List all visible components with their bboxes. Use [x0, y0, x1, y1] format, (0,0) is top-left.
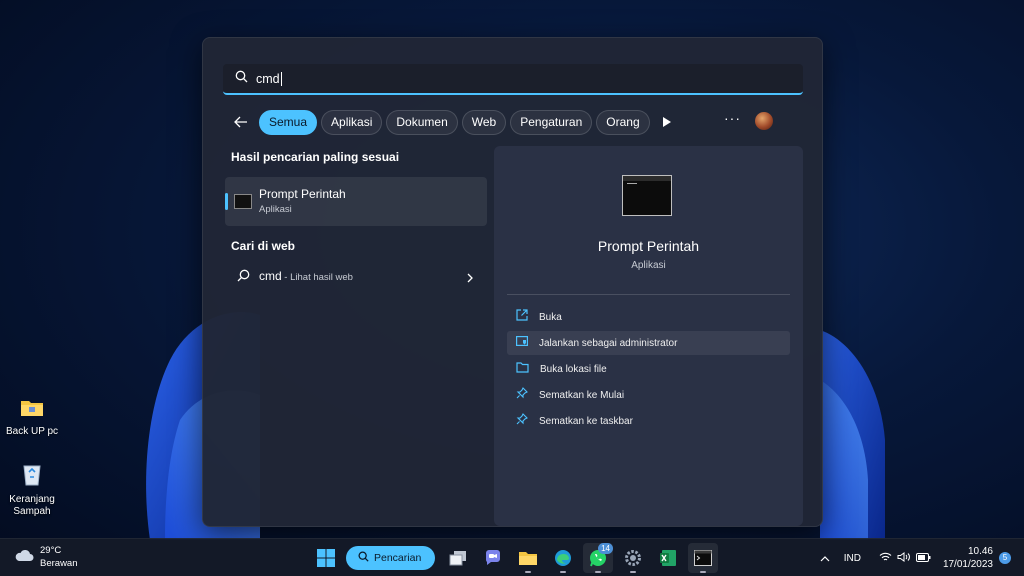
- search-icon: [235, 70, 248, 88]
- web-search-suffix: - Lihat hasil web: [281, 272, 353, 283]
- chevron-right-icon[interactable]: [467, 270, 473, 288]
- windows-start-icon[interactable]: [311, 543, 341, 573]
- web-search-query: cmd: [259, 269, 282, 283]
- language-indicator[interactable]: IND: [844, 553, 861, 564]
- back-arrow-icon[interactable]: [229, 110, 253, 134]
- search-query-text: cmd: [256, 71, 280, 86]
- task-view-icon[interactable]: [443, 543, 473, 573]
- avatar[interactable]: [755, 112, 773, 130]
- detail-app-type: Aplikasi: [631, 260, 666, 271]
- best-match-name: Prompt Perintah: [259, 187, 346, 201]
- command-prompt-icon[interactable]: [688, 543, 718, 573]
- taskbar-search-label: Pencarian: [374, 552, 422, 564]
- taskbar: 29°C Berawan Pencarian 14 IND 10.46 17/0…: [0, 538, 1024, 576]
- whatsapp-icon[interactable]: 14: [583, 543, 613, 573]
- pin-icon: [516, 386, 528, 404]
- system-tray: IND 10.46 17/01/2023 5: [820, 539, 1024, 576]
- search-icon: [358, 551, 369, 565]
- notification-count-badge[interactable]: 5: [999, 552, 1011, 564]
- taskbar-search-button[interactable]: Pencarian: [346, 546, 435, 570]
- filter-chip-settings[interactable]: Pengaturan: [510, 109, 593, 135]
- best-match-item[interactable]: Prompt Perintah Aplikasi: [225, 177, 487, 226]
- edge-browser-icon[interactable]: [548, 543, 578, 573]
- best-match-heading: Hasil pencarian paling sesuai: [231, 150, 400, 164]
- start-search-panel: cmd Semua Aplikasi Dokumen Web Pengatura…: [202, 37, 823, 527]
- pin-icon: [516, 412, 528, 430]
- action-label: Buka: [539, 311, 562, 323]
- search-input[interactable]: cmd: [223, 64, 803, 95]
- desktop-icon-label: Keranjang Sampah: [9, 494, 55, 517]
- wifi-icon[interactable]: [879, 549, 892, 567]
- folder-icon: [0, 398, 64, 422]
- action-list: Buka Jalankan sebagai administrator Buka…: [507, 305, 790, 435]
- action-label: Sematkan ke Mulai: [539, 389, 625, 401]
- action-open[interactable]: Buka: [507, 305, 790, 329]
- filter-chip-all[interactable]: Semua: [259, 109, 318, 135]
- filter-chip-apps[interactable]: Aplikasi: [321, 109, 383, 135]
- action-label: Jalankan sebagai administrator: [539, 337, 678, 349]
- volume-icon[interactable]: [897, 549, 911, 567]
- detail-app-name: Prompt Perintah: [597, 238, 700, 254]
- action-pin-to-taskbar[interactable]: Sematkan ke taskbar: [507, 409, 790, 433]
- filter-chip-web[interactable]: Web: [461, 109, 507, 135]
- action-label: Buka lokasi file: [540, 363, 607, 375]
- weather-condition: Berawan: [40, 558, 78, 569]
- desktop-icon-backup[interactable]: Back UP pc: [0, 398, 64, 438]
- chat-icon[interactable]: [478, 543, 508, 573]
- clock-time: 10.46: [967, 546, 993, 557]
- action-label: Sematkan ke taskbar: [539, 415, 633, 427]
- command-prompt-icon: [622, 175, 672, 216]
- recycle-bin-icon: [0, 462, 64, 490]
- desktop-icon-label: Back UP pc: [5, 426, 59, 437]
- file-explorer-icon[interactable]: [513, 543, 543, 573]
- admin-shield-icon: [516, 334, 529, 352]
- battery-icon[interactable]: [915, 549, 931, 567]
- weather-temp: 29°C: [40, 545, 62, 556]
- play-icon[interactable]: [658, 113, 676, 131]
- notification-badge: 14: [598, 543, 613, 554]
- web-search-item[interactable]: cmd - Lihat hasil web: [225, 261, 487, 291]
- search-icon: [237, 269, 250, 287]
- folder-icon: [516, 360, 529, 378]
- clock-date: 17/01/2023: [942, 559, 993, 570]
- open-external-icon: [516, 308, 528, 326]
- divider: [507, 294, 790, 295]
- action-run-as-admin[interactable]: Jalankan sebagai administrator: [507, 331, 790, 355]
- desktop-icon-recycle-bin[interactable]: Keranjang Sampah: [0, 462, 64, 518]
- more-options-button[interactable]: ···: [724, 110, 741, 126]
- action-open-file-location[interactable]: Buka lokasi file: [507, 357, 790, 381]
- cloud-icon: [14, 548, 34, 567]
- filter-chip-documents[interactable]: Dokumen: [386, 109, 458, 135]
- selection-indicator: [225, 193, 228, 210]
- action-pin-to-start[interactable]: Sematkan ke Mulai: [507, 383, 790, 407]
- results-list: Hasil pencarian paling sesuai Prompt Per…: [225, 150, 487, 291]
- clock[interactable]: 10.46 17/01/2023: [943, 545, 993, 571]
- command-prompt-icon: [234, 194, 252, 209]
- settings-gear-icon[interactable]: [618, 543, 648, 573]
- web-search-heading: Cari di web: [231, 239, 296, 253]
- weather-widget[interactable]: 29°C Berawan: [14, 544, 78, 570]
- filter-bar: Semua Aplikasi Dokumen Web Pengaturan Or…: [229, 108, 799, 136]
- chevron-up-icon[interactable]: [820, 549, 830, 567]
- excel-icon[interactable]: [653, 543, 683, 573]
- filter-chip-people[interactable]: Orang: [596, 109, 650, 135]
- detail-pane: Prompt Perintah Aplikasi Buka Jalankan s…: [494, 146, 803, 526]
- best-match-type: Aplikasi: [259, 204, 292, 215]
- taskbar-apps: Pencarian 14: [311, 543, 723, 573]
